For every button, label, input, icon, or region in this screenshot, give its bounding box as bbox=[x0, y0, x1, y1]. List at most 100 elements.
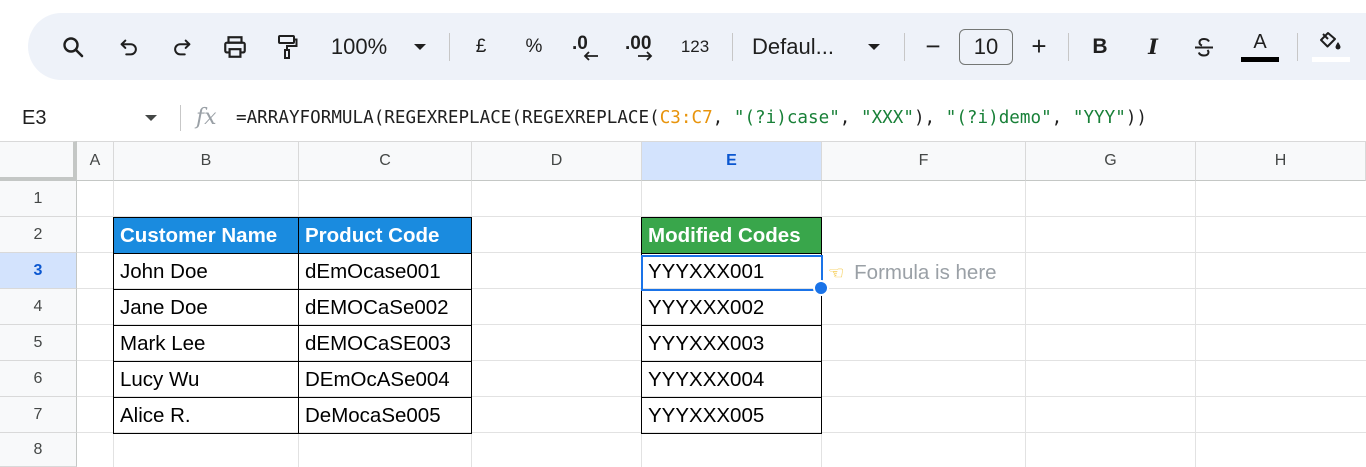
note-text: Formula is here bbox=[854, 261, 997, 284]
zoom-value: 100% bbox=[330, 33, 388, 59]
cell-b3[interactable]: John Doe bbox=[113, 253, 299, 290]
caret-down-icon bbox=[145, 115, 157, 121]
percent-format-button[interactable]: % bbox=[521, 13, 547, 80]
cell-b7[interactable]: Alice R. bbox=[113, 397, 299, 434]
cell-e5[interactable]: YYYXXX003 bbox=[641, 325, 822, 362]
cell-e4[interactable]: YYYXXX002 bbox=[641, 289, 822, 326]
column-header-h[interactable]: H bbox=[1196, 141, 1366, 181]
font-family-value: Defaul... bbox=[752, 33, 834, 59]
cell-b2[interactable]: Customer Name bbox=[113, 217, 299, 254]
column-header-e[interactable]: E bbox=[642, 141, 822, 181]
cell-b5[interactable]: Mark Lee bbox=[113, 325, 299, 362]
cell-c5[interactable]: dEMOCaSE003 bbox=[298, 325, 472, 362]
column-header-d[interactable]: D bbox=[472, 141, 642, 181]
fx-icon: fx bbox=[196, 105, 217, 130]
cell-c2[interactable]: Product Code bbox=[298, 217, 472, 254]
italic-icon: I bbox=[1148, 34, 1158, 59]
column-header-g[interactable]: G bbox=[1026, 141, 1196, 181]
bold-button[interactable]: B bbox=[1088, 13, 1112, 80]
increase-font-size-button[interactable]: + bbox=[1026, 13, 1052, 80]
toolbar-divider bbox=[1068, 33, 1069, 61]
cell-c3[interactable]: dEmOcase001 bbox=[298, 253, 472, 290]
print-button[interactable] bbox=[218, 13, 252, 80]
name-box[interactable]: E3 bbox=[22, 95, 46, 141]
row-header-3[interactable]: 3 bbox=[0, 253, 77, 289]
caret-down-icon bbox=[414, 43, 426, 50]
paint-format-icon bbox=[278, 34, 298, 59]
row-header-1[interactable]: 1 bbox=[0, 181, 77, 217]
cell-e7[interactable]: YYYXXX005 bbox=[641, 397, 822, 434]
arrow-left-icon bbox=[583, 50, 598, 61]
formula-part: ), bbox=[913, 108, 946, 128]
fill-handle[interactable] bbox=[813, 280, 829, 296]
plus-icon: + bbox=[1031, 31, 1047, 61]
undo-icon bbox=[120, 39, 137, 55]
cell-c4[interactable]: dEMOCaSe002 bbox=[298, 289, 472, 326]
fill-color-button[interactable] bbox=[1311, 13, 1351, 80]
name-box-dropdown[interactable] bbox=[144, 95, 158, 141]
more-formats-button[interactable]: 123 bbox=[675, 13, 715, 80]
cell-c6[interactable]: DEmOcASe004 bbox=[298, 361, 472, 398]
toolbar: 100% £ % .0 .00 123 Defaul... − 10 + B I… bbox=[28, 13, 1366, 80]
zoom-select[interactable]: 100% bbox=[324, 13, 394, 80]
text-color-bar bbox=[1241, 57, 1279, 62]
formula-string: "XXX" bbox=[860, 108, 914, 128]
formula-bar: E3 fx =ARRAYFORMULA(REGEXREPLACE(REGEXRE… bbox=[0, 95, 1366, 141]
fill-color-icon bbox=[1320, 32, 1341, 50]
column-header-f[interactable]: F bbox=[822, 141, 1026, 181]
row-header-7[interactable]: 7 bbox=[0, 397, 77, 433]
font-family-dropdown-button[interactable] bbox=[864, 13, 884, 80]
row-header-8[interactable]: 8 bbox=[0, 433, 77, 467]
cell-e2[interactable]: Modified Codes bbox=[641, 217, 822, 254]
italic-button[interactable]: I bbox=[1141, 13, 1165, 80]
redo-icon bbox=[174, 39, 191, 55]
percent-label: % bbox=[525, 35, 543, 57]
strikethrough-icon bbox=[1195, 37, 1213, 57]
column-header-c[interactable]: C bbox=[299, 141, 472, 181]
row-header-5[interactable]: 5 bbox=[0, 325, 77, 361]
formula-note: ☜ Formula is here bbox=[828, 255, 997, 291]
decrease-decimal-button[interactable]: .0 bbox=[569, 13, 603, 80]
row-header-6[interactable]: 6 bbox=[0, 361, 77, 397]
pointing-hand-icon: ☜ bbox=[828, 262, 845, 283]
toolbar-divider bbox=[449, 33, 450, 61]
toolbar-divider bbox=[1297, 33, 1298, 61]
formula-string: "YYY" bbox=[1072, 108, 1126, 128]
arrow-right-icon bbox=[638, 50, 653, 61]
search-menus-button[interactable] bbox=[56, 13, 90, 80]
toolbar-divider bbox=[904, 33, 905, 61]
increase-decimal-button[interactable]: .00 bbox=[621, 13, 661, 80]
number-format-label: 123 bbox=[680, 36, 710, 56]
text-color-button[interactable]: A bbox=[1240, 13, 1280, 80]
cell-b6[interactable]: Lucy Wu bbox=[113, 361, 299, 398]
font-size-input[interactable]: 10 bbox=[959, 29, 1013, 65]
formula-bar-divider bbox=[180, 105, 181, 131]
redo-button[interactable] bbox=[167, 13, 197, 80]
bold-icon: B bbox=[1092, 34, 1108, 58]
row-header-2[interactable]: 2 bbox=[0, 217, 77, 253]
currency-format-button[interactable]: £ bbox=[468, 13, 494, 80]
undo-button[interactable] bbox=[114, 13, 144, 80]
formula-part: , bbox=[1051, 108, 1073, 128]
strikethrough-button[interactable] bbox=[1191, 13, 1217, 80]
font-family-select[interactable]: Defaul... bbox=[752, 13, 852, 80]
formula-part: , bbox=[839, 108, 861, 128]
formula-string: "(?i)case" bbox=[733, 108, 840, 128]
zoom-dropdown-button[interactable] bbox=[410, 13, 430, 80]
formula-input[interactable]: =ARRAYFORMULA(REGEXREPLACE(REGEXREPLACE(… bbox=[236, 95, 1147, 141]
cell-b4[interactable]: Jane Doe bbox=[113, 289, 299, 326]
decrease-font-size-button[interactable]: − bbox=[920, 13, 946, 80]
formula-string: "(?i)demo" bbox=[945, 108, 1052, 128]
paint-format-button[interactable] bbox=[272, 13, 302, 80]
active-cell-selection bbox=[641, 255, 823, 291]
formula-part: , bbox=[712, 108, 734, 128]
spreadsheet-grid[interactable]: A B C D E F G H 1 2 3 4 5 6 7 8 Customer… bbox=[0, 141, 1366, 467]
row-header-4[interactable]: 4 bbox=[0, 289, 77, 325]
column-header-b[interactable]: B bbox=[114, 141, 299, 181]
print-icon bbox=[224, 35, 246, 58]
cell-e6[interactable]: YYYXXX004 bbox=[641, 361, 822, 398]
column-header-a[interactable]: A bbox=[77, 141, 114, 181]
caret-down-icon bbox=[868, 43, 880, 50]
select-all-corner[interactable] bbox=[0, 141, 77, 181]
cell-c7[interactable]: DeMocaSe005 bbox=[298, 397, 472, 434]
